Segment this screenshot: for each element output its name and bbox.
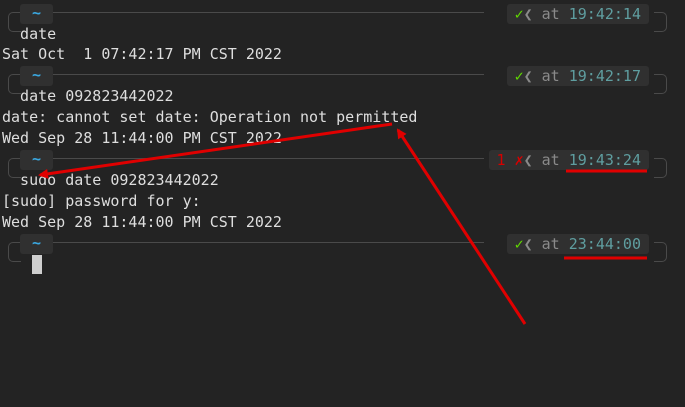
- prompt-time: 19:42:14: [568, 5, 641, 23]
- prompt-frame: [654, 23, 667, 32]
- prompt-directory: ~: [20, 234, 54, 254]
- output-line: [sudo] password for y:: [2, 192, 201, 210]
- prompt-directory: ~: [20, 4, 54, 24]
- success-check-icon: ✓: [514, 5, 524, 23]
- prompt-frame: [654, 169, 667, 178]
- prompt-status: ✓❮ at 19:42:17: [506, 66, 649, 86]
- prompt-frame: [8, 74, 484, 85]
- prompt-directory: ~: [20, 150, 54, 170]
- prompt-status: ✓❮ at 23:44:00: [506, 234, 649, 254]
- prompt-frame: [8, 12, 484, 23]
- text-cursor[interactable]: [32, 255, 42, 274]
- error-cross-icon: ✗: [514, 151, 524, 169]
- at-label: at: [541, 5, 560, 23]
- at-label: at: [541, 235, 560, 253]
- prompt-frame: [654, 242, 667, 253]
- prompt-time: 23:44:00: [568, 235, 641, 253]
- command-line: date 092823442022: [2, 87, 174, 105]
- at-label: at: [541, 151, 560, 169]
- prompt-frame: [654, 12, 667, 23]
- separator-icon: ❮: [523, 235, 533, 253]
- prompt-frame: [654, 158, 667, 169]
- prompt-status: 1 ✗❮ at 19:43:24: [488, 150, 649, 170]
- exit-code: 1: [496, 151, 506, 169]
- prompt-directory: ~: [20, 66, 54, 86]
- separator-icon: ❮: [523, 5, 533, 23]
- prompt-frame: [654, 253, 667, 262]
- prompt-frame: [8, 158, 484, 169]
- command-line: sudo date 092823442022: [2, 171, 219, 189]
- prompt-frame: [8, 242, 484, 253]
- prompt-frame: [654, 74, 667, 85]
- separator-icon: ❮: [523, 151, 533, 169]
- success-check-icon: ✓: [514, 235, 524, 253]
- prompt-time: 19:42:17: [568, 67, 641, 85]
- output-line: Wed Sep 28 11:44:00 PM CST 2022: [2, 213, 282, 231]
- prompt-4: ~ ✓❮ at 23:44:00: [0, 232, 685, 272]
- prompt-frame: [8, 253, 21, 262]
- output-line: Sat Oct 1 07:42:17 PM CST 2022: [2, 45, 282, 63]
- prompt-status: ✓❮ at 19:42:14: [506, 4, 649, 24]
- separator-icon: ❮: [523, 67, 533, 85]
- prompt-1: ~ ✓❮ at 19:42:14: [0, 2, 685, 42]
- prompt-time: 19:43:24: [568, 151, 641, 169]
- output-line: Wed Sep 28 11:44:00 PM CST 2022: [2, 129, 282, 147]
- at-label: at: [541, 67, 560, 85]
- prompt-frame: [654, 85, 667, 94]
- terminal-window[interactable]: ~ ✓❮ at 19:42:14 date Sat Oct 1 07:42:17…: [0, 0, 685, 407]
- output-line: date: cannot set date: Operation not per…: [2, 108, 418, 126]
- success-check-icon: ✓: [514, 67, 524, 85]
- command-line: date: [2, 25, 57, 43]
